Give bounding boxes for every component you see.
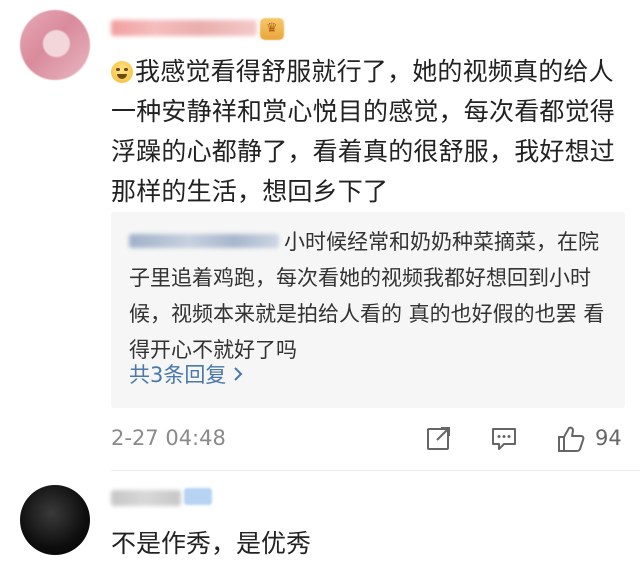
comment-body: 我感觉看得舒服就行了，她的视频真的给人一种安静祥和赏心悦目的感觉，每次看都觉得浮… [111,57,616,206]
like-icon[interactable] [556,424,586,458]
user-badge [184,488,212,505]
username-blurred[interactable] [111,20,257,36]
divider [111,470,640,471]
crown-icon: ♛ [266,21,278,36]
comment-icon[interactable] [490,424,518,456]
comment-actions: 2-27 04:48 94 [0,420,640,460]
comment-body: 不是作秀，是优秀 [111,529,312,558]
share-icon[interactable] [425,424,453,456]
reply-text: 小时候经常和奶奶种菜摘菜，在院子里追着鸡跑，每次看她的视频我都好想回到小时候，视… [129,230,605,362]
username-blurred[interactable] [111,490,181,506]
avatar[interactable] [20,10,90,80]
emoji-laughing-icon [111,61,133,83]
view-replies-link[interactable]: 共3条回复 [129,360,244,390]
comment-text: 我感觉看得舒服就行了，她的视频真的给人一种安静祥和赏心悦目的感觉，每次看都觉得浮… [111,52,621,212]
like-count: 94 [595,426,622,450]
timestamp: 2-27 04:48 [111,426,226,450]
avatar[interactable] [20,485,90,555]
reply-preview[interactable]: 小时候经常和奶奶种菜摘菜，在院子里追着鸡跑，每次看她的视频我都好想回到小时候，视… [111,212,625,408]
view-replies-label: 共3条回复 [129,363,227,387]
chevron-right-icon [232,360,244,390]
